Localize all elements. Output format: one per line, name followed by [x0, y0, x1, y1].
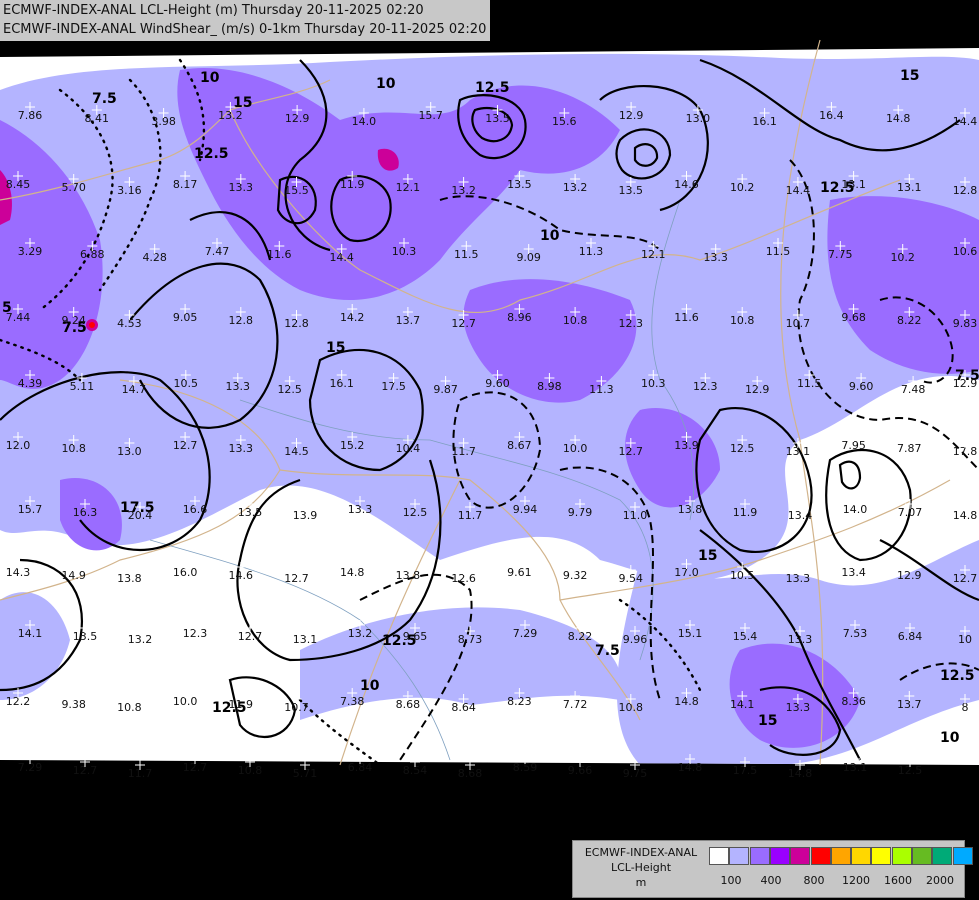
header-line-windshear: ECMWF-INDEX-ANAL WindShear_ (m/s) 0-1km … [3, 22, 487, 37]
contour-label: 10 [376, 76, 396, 92]
legend-swatch [729, 847, 750, 865]
contour-label: 10 [540, 228, 560, 244]
contour-label: 15 [326, 340, 345, 356]
legend-swatch [810, 847, 831, 865]
contour-label: 15 [698, 548, 717, 564]
color-legend: ECMWF-INDEX-ANAL LCL-Height m 100 400 800 1… [572, 840, 973, 898]
legend-source: ECMWF-INDEX-ANAL [584, 846, 698, 859]
legend-swatch [871, 847, 892, 865]
legend-tick-label: 2000 [926, 874, 954, 887]
lcl-shading [0, 48, 979, 765]
legend-swatch [790, 847, 811, 865]
legend-swatch [769, 847, 790, 865]
legend-tick-label: 400 [760, 874, 782, 887]
legend-swatch [912, 847, 932, 865]
contour-label: 10 [360, 678, 380, 694]
legend-swatch [851, 847, 872, 865]
legend-swatch [709, 847, 729, 865]
legend-swatch [749, 847, 770, 865]
legend-tick-label: 1200 [842, 874, 870, 887]
contour-label: 10 [940, 730, 960, 746]
legend-swatch [891, 847, 912, 865]
legend-unit: m [635, 876, 647, 889]
contour-label: 12.5 [475, 80, 510, 96]
legend-tick-label: 800 [803, 874, 825, 887]
legend-variable: LCL-Height [610, 861, 672, 874]
contour-label: 12.5 [194, 146, 229, 162]
contour-label: 7.5 [595, 643, 620, 659]
legend-tick-label: 1600 [884, 874, 912, 887]
contour-label: 12.5 [940, 668, 975, 684]
legend-swatch [952, 847, 973, 865]
header-line-lcl: ECMWF-INDEX-ANAL LCL-Height (m) Thursday… [3, 3, 424, 18]
legend-swatch [830, 847, 851, 865]
contour-label: 10 [200, 70, 220, 86]
lcl-height-map: 10 15 12.5 7.5 17.5 5 15 12.5 10 7.5 12.… [0, 0, 979, 900]
legend-tick-label: 100 [720, 874, 742, 887]
contour-label: 15 [900, 68, 919, 84]
contour-label: 7.5 [92, 91, 117, 107]
legend-swatch [932, 847, 953, 865]
map-header: ECMWF-INDEX-ANAL LCL-Height (m) Thursday… [0, 0, 491, 41]
contour-label: 15 [758, 713, 777, 729]
legend-title: ECMWF-INDEX-ANAL LCL-Height m [577, 845, 705, 890]
